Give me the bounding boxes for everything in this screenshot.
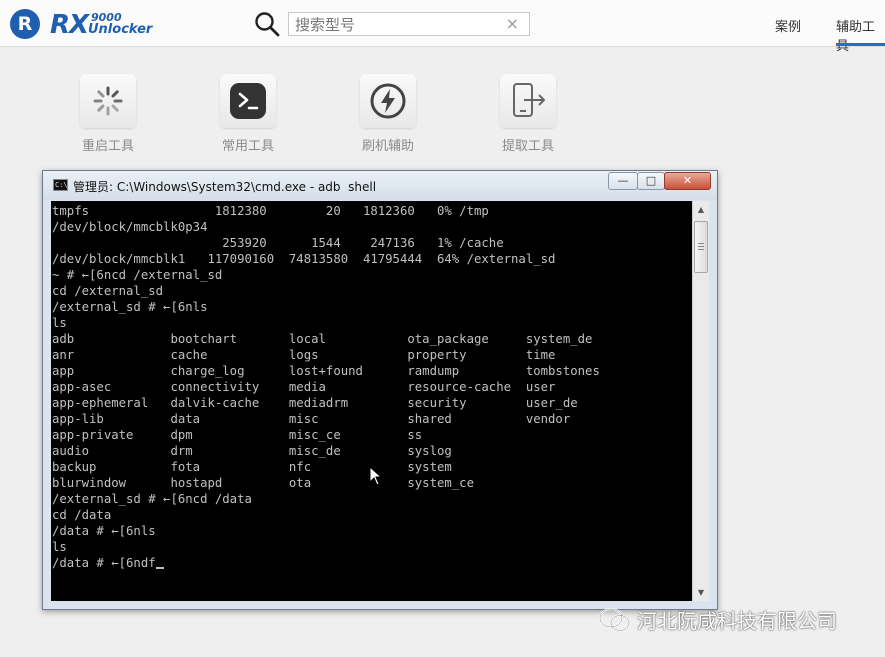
lightning-icon [370,83,406,119]
console-line: adb bootchart local ota_package system_d… [52,332,593,346]
console-line: /dev/block/mmcblk1 117090160 74813580 41… [52,252,556,266]
tool-tile[interactable] [220,74,276,128]
text-cursor [155,567,164,569]
cmd-app-icon: C:\ [53,179,68,191]
tool-tile[interactable] [500,74,556,128]
console-line: 253920 1544 247136 1% /cache [52,236,504,250]
search-input[interactable] [293,15,507,35]
nav-auxiliary-tools[interactable]: 辅助工具 [836,16,885,54]
console-line: /dev/block/mmcblk0p34 [52,220,208,234]
tool-label: 刷机辅助 [361,139,414,154]
wechat-icon [599,608,630,632]
cmd-window-title: 管理员: C:\Windows\System32\cmd.exe - adb s… [73,180,377,194]
loading-spinner-icon [93,86,123,116]
vertical-scrollbar[interactable]: ▲ ▼ [692,201,709,601]
scroll-down-icon[interactable]: ▼ [693,584,709,601]
console-line: tmpfs 1812380 20 1812360 0% /tmp [52,204,489,218]
watermark-text: 河北阮咸科技有限公司 [637,609,837,633]
console-line: ~ # ←[6ncd /external_sd [52,268,223,282]
scroll-up-icon[interactable]: ▲ [693,201,709,218]
console-line: app charge_log lost+found ramdump tombst… [52,364,600,378]
phone-export-icon [513,83,546,117]
tool-extract[interactable]: 提取工具 [500,74,556,154]
terminal-icon [230,83,266,119]
tool-tile[interactable] [360,74,416,128]
app-logo-rx: RX [50,10,89,40]
grip-line [698,249,704,250]
console-text: tmpfs 1812380 20 1812360 0% /tmp /dev/bl… [51,201,692,571]
tool-common[interactable]: 常用工具 [220,74,276,154]
top-bar: R RX 9000 Unlocker × 案例 辅助工具 [0,0,885,54]
console-line: backup fota nfc system [52,460,452,474]
console-line: app-lib data misc shared vendor [52,412,571,426]
nav-cases[interactable]: 案例 [775,16,801,35]
console-line: blurwindow hostapd ota system_ce [52,476,474,490]
minimize-button[interactable]: — [608,172,638,190]
clear-search-icon[interactable]: × [506,14,519,33]
grip-line [698,246,704,247]
console-line: /external_sd # ←[6ncd /data [52,492,252,506]
tool-label: 重启工具 [81,139,134,154]
console-line: app-private dpm misc_ce ss [52,428,423,442]
console-line: /external_sd # ←[6nls [52,300,208,314]
grip-line [698,243,704,244]
search-icon[interactable] [254,11,280,37]
tool-label: 常用工具 [221,139,274,154]
cmd-window: C:\ 管理员: C:\Windows\System32\cmd.exe - a… [42,170,718,610]
console-line: cd /external_sd [52,284,164,298]
console-line: /data # ←[6ndf [52,556,156,570]
close-button[interactable]: ✕ [664,172,711,190]
app-logo-icon: R [10,9,40,39]
console-line: ls [52,316,67,330]
console-line: app-asec connectivity media resource-cac… [52,380,556,394]
cmd-titlebar[interactable]: C:\ 管理员: C:\Windows\System32\cmd.exe - a… [43,171,717,200]
search-field: × [288,12,530,36]
console-output[interactable]: tmpfs 1812380 20 1812360 0% /tmp /dev/bl… [51,201,692,601]
tool-flash-assist[interactable]: 刷机辅助 [360,74,416,154]
console-line: app-ephemeral dalvik-cache mediadrm secu… [52,396,578,410]
mouse-pointer-icon [369,466,383,486]
console-line: anr cache logs property time [52,348,556,362]
app-logo-unlocker: Unlocker [88,22,153,37]
tool-reboot[interactable]: 重启工具 [80,74,136,154]
console-line: cd /data [52,508,112,522]
console-line: audio drm misc_de syslog [52,444,452,458]
tool-tile[interactable] [80,74,136,128]
scrollbar-thumb[interactable] [694,221,708,273]
maximize-button[interactable]: □ [637,172,665,190]
console-line: ls [52,540,67,554]
nav-active-indicator [836,43,885,46]
tool-label: 提取工具 [501,139,554,154]
console-line: /data # ←[6nls [52,524,156,538]
